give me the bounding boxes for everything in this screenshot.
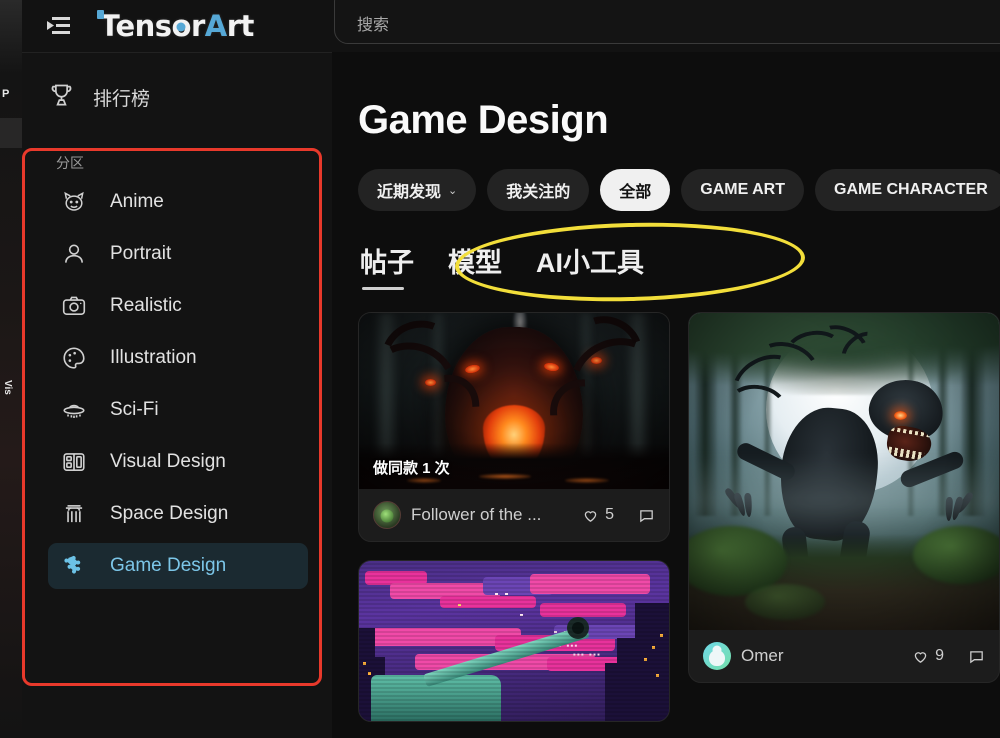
sidebar-item-game-design-label: Game Design (110, 555, 226, 577)
post-card-footer-beast: Omer 9 (689, 630, 999, 682)
chip-game-character[interactable]: GAME CHARACTER (815, 169, 1000, 211)
post-thumbnail-pixel[interactable]: ▪▪ ▪▪▪ ▪▪▪ ▪▪▪ (359, 561, 669, 721)
post-thumbnail-alien[interactable]: 做同款 1 次 (359, 313, 669, 489)
sidebar-item-anime-label: Anime (110, 191, 164, 213)
brand-text-6: rt (227, 9, 254, 43)
avatar[interactable] (703, 642, 731, 670)
brand-text-2: ens (115, 9, 171, 43)
chevron-down-icon: ⌄ (448, 184, 457, 197)
chip-game-art[interactable]: GAME ART (681, 169, 804, 211)
sidebar-item-space-design-label: Space Design (110, 503, 228, 525)
sidebar-item-portrait[interactable]: Portrait (48, 231, 308, 277)
tab-models[interactable]: 模型 (448, 241, 502, 290)
post-grid-column-left: 做同款 1 次 Follower of the ... (358, 312, 670, 722)
brand-logo[interactable]: TensorArt (100, 9, 254, 43)
sidebar-item-game-design[interactable]: Game Design (48, 543, 308, 589)
chip-game-character-label: GAME CHARACTER (834, 181, 988, 199)
brand-tick (97, 10, 104, 19)
tab-models-label: 模型 (448, 248, 502, 278)
post-author-name: Follower of the ... (411, 505, 572, 525)
like-count: 5 (605, 506, 614, 524)
sidebar-item-leaderboard[interactable]: 排行榜 (48, 75, 314, 119)
sidebar-item-realistic-label: Realistic (110, 295, 182, 317)
tab-ai-tools[interactable]: AI小工具 (536, 241, 644, 290)
brand-text-3: o (172, 9, 191, 43)
chip-following[interactable]: 我关注的 (487, 169, 589, 211)
screenshot-root: P Vis TensorArt 搜索 (0, 0, 1000, 738)
sidebar-nav-list: Anime Portrait (22, 179, 332, 589)
sidebar-item-leaderboard-label: 排行榜 (93, 84, 150, 111)
brand-text-4: r (191, 9, 205, 43)
chip-all-label: 全部 (619, 178, 651, 202)
ufo-icon (60, 396, 88, 424)
artwork-pixel-cyberpunk-tank: ▪▪ ▪▪▪ ▪▪▪ ▪▪▪ (359, 561, 669, 721)
sliver-highlight (0, 118, 22, 148)
camera-icon (60, 292, 88, 320)
post-thumbnail-beast[interactable] (689, 313, 999, 630)
post-card-beast[interactable]: Omer 9 (688, 312, 1000, 683)
sidebar-item-anime[interactable]: Anime (48, 179, 308, 225)
sidebar-item-illustration[interactable]: Illustration (48, 335, 308, 381)
sidebar-section-label: 分区 (56, 153, 332, 173)
avatar[interactable] (373, 501, 401, 529)
comment-stat[interactable] (968, 648, 985, 665)
sliver-text-top: P (2, 88, 9, 100)
heart-icon (582, 507, 599, 524)
artwork-moonlit-forest-beast (689, 313, 999, 630)
comment-stat[interactable] (638, 507, 655, 524)
sidebar-item-space-design[interactable]: Space Design (48, 491, 308, 537)
chip-recent-discovery[interactable]: 近期发现 ⌄ (358, 169, 476, 211)
cat-face-icon (60, 188, 88, 216)
trophy-icon (48, 81, 75, 113)
comment-icon (968, 648, 985, 665)
chip-all[interactable]: 全部 (600, 169, 670, 211)
post-card-pixel[interactable]: ▪▪ ▪▪▪ ▪▪▪ ▪▪▪ (358, 560, 670, 722)
sliver-text-bottom: Vis (2, 380, 13, 395)
main-content: Game Design 近期发现 ⌄ 我关注的 全部 GAME ART GAME… (332, 52, 1000, 738)
chip-following-label: 我关注的 (506, 178, 570, 202)
sidebar: 排行榜 分区 Anime (22, 52, 332, 738)
collapse-sidebar-icon[interactable] (44, 13, 74, 39)
post-grid: 做同款 1 次 Follower of the ... (358, 312, 1000, 722)
background-window-sliver: P Vis (0, 0, 22, 738)
sidebar-item-visual-design-label: Visual Design (110, 451, 226, 473)
heart-icon (912, 648, 929, 665)
sidebar-item-scifi-label: Sci-Fi (110, 399, 159, 421)
column-icon (60, 500, 88, 528)
puzzle-icon (60, 552, 88, 580)
post-card-footer-alien: Follower of the ... 5 (359, 489, 669, 541)
page-title: Game Design (358, 98, 1000, 143)
search-placeholder: 搜索 (357, 11, 389, 35)
sidebar-item-scifi[interactable]: Sci-Fi (48, 387, 308, 433)
tensorart-app: TensorArt 搜索 排行榜 分区 (22, 0, 1000, 738)
post-author-name: Omer (741, 646, 902, 666)
tab-posts-label: 帖子 (360, 248, 414, 278)
sidebar-item-portrait-label: Portrait (110, 243, 171, 265)
content-tab-row: 帖子 模型 AI小工具 (360, 241, 1000, 290)
like-stat[interactable]: 5 (582, 506, 614, 524)
sidebar-item-illustration-label: Illustration (110, 347, 197, 369)
post-card-alien[interactable]: 做同款 1 次 Follower of the ... (358, 312, 670, 542)
search-input[interactable]: 搜索 (334, 0, 1000, 44)
like-count: 9 (935, 647, 944, 665)
person-icon (60, 240, 88, 268)
remake-count-badge: 做同款 1 次 (373, 457, 450, 478)
chip-recent-discovery-label: 近期发现 (377, 178, 441, 202)
comment-icon (638, 507, 655, 524)
like-stat[interactable]: 9 (912, 647, 944, 665)
sidebar-item-visual-design[interactable]: Visual Design (48, 439, 308, 485)
brand-text-5: A (205, 9, 227, 43)
tab-ai-tools-label: AI小工具 (536, 248, 644, 278)
top-bar: TensorArt 搜索 (22, 0, 1000, 52)
tab-posts[interactable]: 帖子 (360, 241, 414, 290)
layout-icon (60, 448, 88, 476)
filter-chip-row: 近期发现 ⌄ 我关注的 全部 GAME ART GAME CHARACTER (358, 169, 1000, 211)
chip-game-art-label: GAME ART (700, 181, 785, 199)
palette-icon (60, 344, 88, 372)
post-grid-column-right: Omer 9 (688, 312, 1000, 722)
sidebar-item-realistic[interactable]: Realistic (48, 283, 308, 329)
